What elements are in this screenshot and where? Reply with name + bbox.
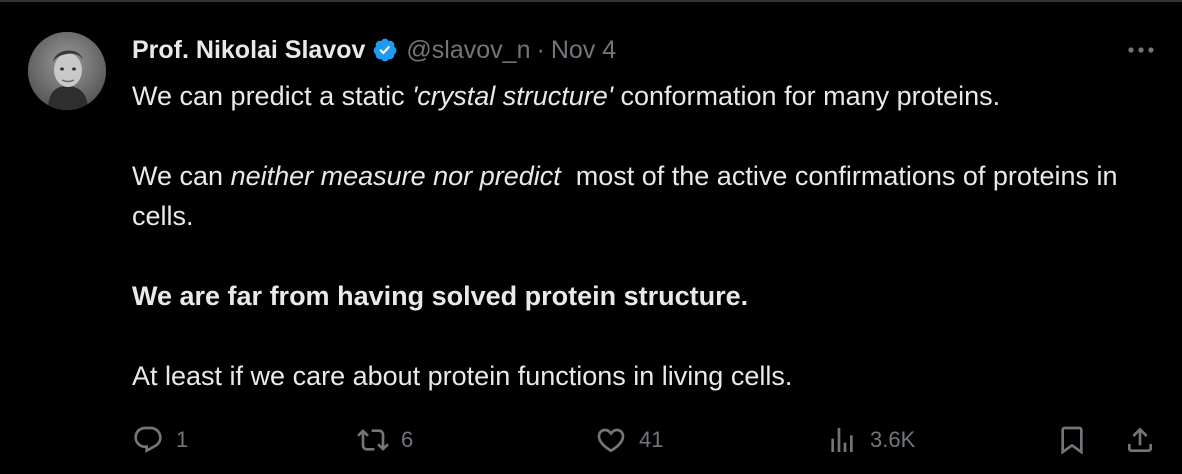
analytics-icon — [831, 428, 853, 452]
tweet-date[interactable]: Nov 4 — [551, 36, 616, 65]
like-count: 41 — [639, 427, 664, 452]
tweet-card[interactable]: Prof. Nikolai Slavov @slavov_n · Nov 4 W… — [0, 0, 1182, 474]
bookmark-icon — [1061, 426, 1083, 455]
retweet-button[interactable]: 6 — [357, 422, 413, 458]
avatar[interactable] — [28, 32, 106, 110]
paragraph-4: At least if we care about protein functi… — [132, 361, 793, 391]
separator-dot: · — [536, 35, 545, 64]
reply-count: 1 — [176, 427, 189, 452]
verified-badge-icon[interactable] — [372, 37, 398, 63]
paragraph-1-part-a: We can predict a static — [132, 81, 413, 111]
author-handle[interactable]: @slavov_n — [406, 36, 530, 65]
views-button[interactable]: 3.6K — [826, 422, 915, 458]
bookmark-button[interactable] — [1056, 422, 1088, 458]
tweet-text: We can predict a static 'crystal structu… — [132, 76, 1152, 396]
paragraph-1-part-c: conformation for many proteins. — [612, 81, 1001, 111]
more-horizontal-icon — [1128, 47, 1154, 53]
paragraph-1-italic: 'crystal structure' — [412, 81, 613, 111]
reply-button[interactable]: 1 — [132, 422, 188, 458]
share-button[interactable] — [1124, 422, 1156, 458]
avatar-photo-icon — [28, 32, 106, 110]
paragraph-2: We can neither measure nor predict most … — [132, 156, 1152, 236]
heart-icon — [597, 428, 625, 453]
retweet-icon — [357, 429, 389, 451]
paragraph-2-part-a: We can — [132, 161, 231, 191]
more-options-button[interactable] — [1124, 36, 1158, 64]
tweet-header: Prof. Nikolai Slavov @slavov_n · Nov 4 — [132, 32, 616, 68]
tweet-actions: 1 6 41 3.6K — [0, 418, 1182, 462]
author-name[interactable]: Prof. Nikolai Slavov — [132, 36, 365, 65]
share-icon — [1128, 427, 1152, 452]
like-button[interactable]: 41 — [595, 422, 663, 458]
views-count: 3.6K — [870, 427, 916, 452]
retweet-count: 6 — [401, 427, 414, 452]
paragraph-1: We can predict a static 'crystal structu… — [132, 76, 1152, 116]
paragraph-3: We are far from having solved protein st… — [132, 281, 749, 311]
reply-icon — [134, 426, 162, 453]
paragraph-2-italic: neither measure nor predict — [230, 161, 561, 191]
